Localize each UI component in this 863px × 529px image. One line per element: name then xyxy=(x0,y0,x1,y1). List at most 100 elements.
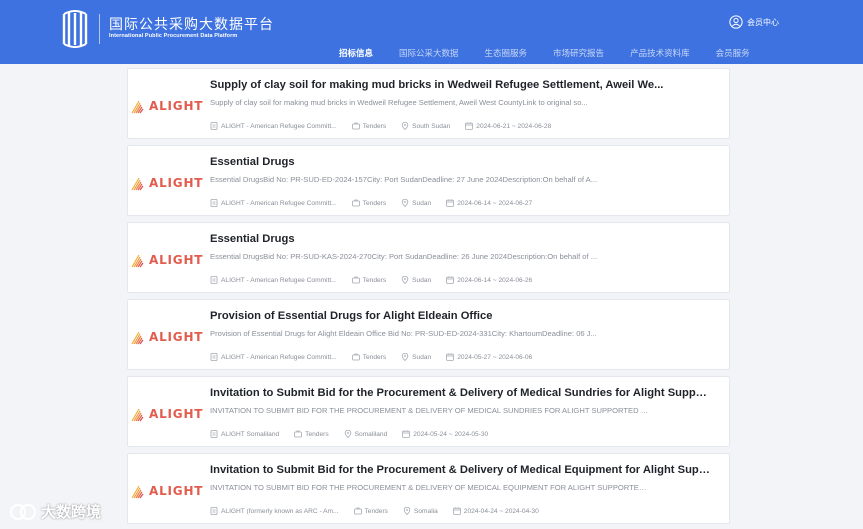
organization-name: ALIGHT - American Refugee Committ... xyxy=(221,353,337,361)
watermark-logo-icon xyxy=(10,503,36,520)
document-icon xyxy=(210,199,218,207)
organization-name: ALIGHT - American Refugee Committ... xyxy=(221,199,337,207)
meta-organization: ALIGHT (formerly known as ARC - Am... xyxy=(210,507,339,515)
tender-meta: ALIGHT (formerly known as ARC - Am... Te… xyxy=(210,507,554,515)
meta-location: Somalia xyxy=(403,507,438,515)
tender-type: Tenders xyxy=(364,507,388,515)
tender-card[interactable]: ALIGHT Provision of Essential Drugs for … xyxy=(127,299,730,370)
briefcase-icon xyxy=(351,199,360,207)
briefcase-icon xyxy=(294,430,302,438)
nav-item-tech-library[interactable]: 产品技术资料库 xyxy=(630,47,690,59)
briefcase-icon xyxy=(351,122,360,130)
location-pin-icon xyxy=(401,122,409,130)
alight-sun-icon xyxy=(131,100,144,114)
tender-title[interactable]: Supply of clay soil for making mud brick… xyxy=(210,79,710,91)
briefcase-icon xyxy=(351,276,360,284)
briefcase-icon xyxy=(353,507,362,515)
tender-location: Sudan xyxy=(412,276,432,284)
logo-divider xyxy=(99,14,100,44)
meta-type: Tenders xyxy=(351,353,387,361)
tender-dates: 2024-04-24 ~ 2024-04-30 xyxy=(463,507,539,515)
tender-card[interactable]: ALIGHT Supply of clay soil for making mu… xyxy=(127,68,730,139)
organization-name: ALIGHT - American Refugee Committ... xyxy=(221,122,337,130)
alight-logo: ALIGHT xyxy=(130,250,204,270)
tender-dates: 2024-05-24 ~ 2024-05-30 xyxy=(413,430,489,438)
tender-type: Tenders xyxy=(362,122,387,130)
meta-dates: 2024-05-27 ~ 2024-06-06 xyxy=(446,353,532,361)
alight-logo-text: ALIGHT xyxy=(149,407,204,421)
nav-item-ecosystem[interactable]: 生态圈服务 xyxy=(485,47,528,59)
meta-dates: 2024-06-14 ~ 2024-06-27 xyxy=(446,199,532,207)
alight-sun-icon xyxy=(131,408,144,422)
member-center-label: 会员中心 xyxy=(747,17,779,27)
brand-name-en: International Public Procurement Data Pl… xyxy=(109,33,238,39)
tender-meta: ALIGHT - American Refugee Committ... Ten… xyxy=(210,276,547,284)
tender-title[interactable]: Essential Drugs xyxy=(210,156,710,168)
tender-type: Tenders xyxy=(362,353,387,361)
meta-location: Somaliland xyxy=(344,430,388,438)
alight-logo: ALIGHT xyxy=(130,96,204,116)
tender-title[interactable]: Essential Drugs xyxy=(210,233,710,245)
tender-card[interactable]: ALIGHT Invitation to Submit Bid for the … xyxy=(127,376,730,447)
calendar-icon xyxy=(452,507,461,515)
tender-location: Sudan xyxy=(412,353,432,361)
tender-card[interactable]: ALIGHT Essential Drugs Essential DrugsBi… xyxy=(127,145,730,216)
watermark-text: 大数跨境 xyxy=(41,503,102,521)
meta-type: Tenders xyxy=(351,199,387,207)
tender-type: Tenders xyxy=(305,430,329,438)
meta-dates: 2024-05-24 ~ 2024-05-30 xyxy=(402,430,488,438)
meta-location: Sudan xyxy=(401,199,431,207)
nav-item-member-services[interactable]: 会员服务 xyxy=(716,47,750,59)
tender-description: INVITATION TO SUBMIT BID FOR THE PROCURE… xyxy=(210,406,650,415)
tender-title[interactable]: Provision of Essential Drugs for Alight … xyxy=(210,310,710,322)
meta-location: Sudan xyxy=(401,353,431,361)
meta-location: Sudan xyxy=(401,276,431,284)
meta-type: Tenders xyxy=(353,507,388,515)
tender-card[interactable]: ALIGHT Essential Drugs Essential DrugsBi… xyxy=(127,222,730,293)
alight-logo-text: ALIGHT xyxy=(149,99,204,113)
watermark: 大数跨境 xyxy=(8,501,101,522)
tender-meta: ALIGHT - American Refugee Committ... Ten… xyxy=(210,353,547,361)
tender-meta: ALIGHT - American Refugee Committ... Ten… xyxy=(210,122,566,130)
organization-name: ALIGHT (formerly known as ARC - Am... xyxy=(221,507,339,515)
document-icon xyxy=(210,430,218,438)
header-bar: 国际公共采购大数据平台 International Public Procure… xyxy=(0,0,863,64)
platform-logo-icon[interactable] xyxy=(58,10,92,48)
location-pin-icon xyxy=(401,353,409,361)
alight-logo-text: ALIGHT xyxy=(149,330,204,344)
document-icon xyxy=(210,276,218,284)
meta-organization: ALIGHT Somaliland xyxy=(210,430,279,438)
meta-dates: 2024-04-24 ~ 2024-04-30 xyxy=(452,507,539,515)
tender-dates: 2024-05-27 ~ 2024-06-06 xyxy=(457,353,533,361)
main-nav: 招标信息 国际公采大数据 生态圈服务 市场研究报告 产品技术资料库 会员服务 xyxy=(339,47,776,59)
location-pin-icon xyxy=(344,430,351,438)
tender-location: South Sudan xyxy=(412,122,451,130)
tender-description: INVITATION TO SUBMIT BID FOR THE PROCURE… xyxy=(210,483,650,492)
tender-meta: ALIGHT Somaliland Tenders Somaliland 202… xyxy=(210,430,503,438)
document-icon xyxy=(210,507,218,515)
calendar-icon xyxy=(446,353,455,361)
nav-item-market-research[interactable]: 市场研究报告 xyxy=(553,47,604,59)
alight-logo: ALIGHT xyxy=(130,404,204,424)
alight-sun-icon xyxy=(131,485,144,499)
document-icon xyxy=(210,122,218,130)
location-pin-icon xyxy=(401,276,409,284)
tender-title[interactable]: Invitation to Submit Bid for the Procure… xyxy=(210,387,710,399)
tender-dates: 2024-06-21 ~ 2024-06-28 xyxy=(476,122,552,130)
alight-logo-text: ALIGHT xyxy=(149,253,204,267)
alight-logo-text: ALIGHT xyxy=(149,484,204,498)
document-icon xyxy=(210,353,218,361)
meta-type: Tenders xyxy=(351,122,387,130)
tender-card[interactable]: ALIGHT Invitation to Submit Bid for the … xyxy=(127,453,730,524)
tender-type: Tenders xyxy=(362,199,387,207)
tender-location: Sudan xyxy=(412,199,432,207)
nav-item-tenders[interactable]: 招标信息 xyxy=(339,47,373,59)
member-center-link[interactable]: 会员中心 xyxy=(729,15,779,29)
alight-logo: ALIGHT xyxy=(130,173,204,193)
nav-item-big-data[interactable]: 国际公采大数据 xyxy=(399,47,459,59)
tender-description: Provision of Essential Drugs for Alight … xyxy=(210,329,597,338)
calendar-icon xyxy=(446,276,455,284)
organization-name: ALIGHT Somaliland xyxy=(221,430,280,438)
tender-title[interactable]: Invitation to Submit Bid for the Procure… xyxy=(210,464,710,476)
tender-location: Somaliland xyxy=(354,430,388,438)
